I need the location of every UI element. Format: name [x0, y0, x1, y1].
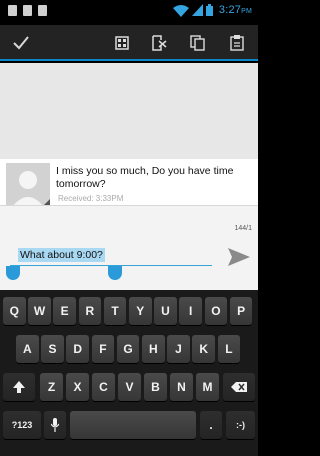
message-timestamp: Received: 3:33PM [58, 194, 124, 203]
emoji-key[interactable]: :-) [226, 411, 255, 439]
keyboard-row-4: ?123 . :-) [0, 411, 258, 442]
key-c[interactable]: C [92, 373, 115, 401]
key-m[interactable]: M [196, 373, 219, 401]
key-x[interactable]: X [66, 373, 89, 401]
key-l[interactable]: L [217, 335, 241, 363]
action-bar [0, 25, 258, 61]
key-y[interactable]: Y [129, 297, 152, 325]
check-icon[interactable] [10, 32, 32, 54]
message-bubble[interactable]: I miss you so much, Do you have time tom… [0, 159, 258, 207]
key-h[interactable]: H [142, 335, 165, 363]
selection-handle-start[interactable] [6, 266, 20, 280]
clock: 3:27PM [219, 4, 252, 16]
grid-icon[interactable] [111, 32, 133, 54]
shift-icon [13, 381, 25, 393]
keyboard-row-3: ZXCVBNM [0, 373, 258, 404]
selection-handle-end[interactable] [108, 266, 122, 280]
status-bar: 3:27PM [0, 0, 258, 25]
key-q[interactable]: Q [3, 297, 26, 325]
keyboard: QWERTYUIOP ASDFGHJKL ZXCVBNM ?123 . :-) [0, 290, 258, 456]
message-text: I miss you so much, Do you have time tom… [56, 165, 234, 190]
backspace-key[interactable] [223, 373, 255, 401]
cut-icon[interactable] [148, 32, 170, 54]
key-o[interactable]: O [204, 297, 228, 325]
gallery-icon [23, 5, 32, 16]
key-w[interactable]: W [28, 297, 51, 325]
key-a[interactable]: A [16, 335, 39, 363]
key-g[interactable]: G [116, 335, 140, 363]
signal-icon [191, 4, 203, 16]
clock-suffix: PM [241, 8, 252, 15]
voice-input-key[interactable] [44, 411, 66, 439]
image-icon [38, 5, 47, 16]
key-t[interactable]: T [103, 297, 127, 325]
key-n[interactable]: N [170, 373, 193, 401]
key-u[interactable]: U [154, 297, 177, 325]
key-r[interactable]: R [78, 297, 102, 325]
key-f[interactable]: F [91, 335, 115, 363]
shift-key[interactable] [3, 373, 35, 401]
key-k[interactable]: K [192, 335, 215, 363]
period-key[interactable]: . [200, 411, 222, 439]
selected-text[interactable]: What about 9:00? [18, 248, 105, 262]
message-input[interactable]: What about 9:00? [10, 244, 212, 266]
wifi-icon [172, 4, 189, 17]
character-counter: 144/1 [234, 225, 252, 232]
usb-icon [8, 5, 17, 16]
key-v[interactable]: V [118, 373, 141, 401]
notification-icons [8, 5, 47, 16]
clock-time: 3:27 [218, 4, 242, 16]
compose-area: 144/1 What about 9:00? [0, 205, 258, 290]
key-e[interactable]: E [53, 297, 76, 325]
key-j[interactable]: J [167, 335, 190, 363]
keyboard-row-1: QWERTYUIOP [0, 297, 258, 328]
space-key[interactable] [70, 411, 196, 439]
key-i[interactable]: I [179, 297, 202, 325]
microphone-icon [51, 418, 59, 432]
send-icon[interactable] [228, 248, 250, 266]
battery-icon [205, 4, 213, 16]
paste-icon[interactable] [226, 32, 248, 54]
backspace-icon [231, 382, 247, 392]
keyboard-row-2: ASDFGHJKL [0, 335, 258, 366]
conversation-view: I miss you so much, Do you have time tom… [0, 63, 258, 207]
copy-icon[interactable] [187, 32, 209, 54]
symbols-key[interactable]: ?123 [3, 411, 41, 439]
contact-avatar[interactable] [6, 163, 50, 207]
key-d[interactable]: D [66, 335, 89, 363]
key-z[interactable]: Z [40, 373, 63, 401]
key-b[interactable]: B [144, 373, 167, 401]
key-s[interactable]: S [41, 335, 64, 363]
key-p[interactable]: P [229, 297, 253, 325]
